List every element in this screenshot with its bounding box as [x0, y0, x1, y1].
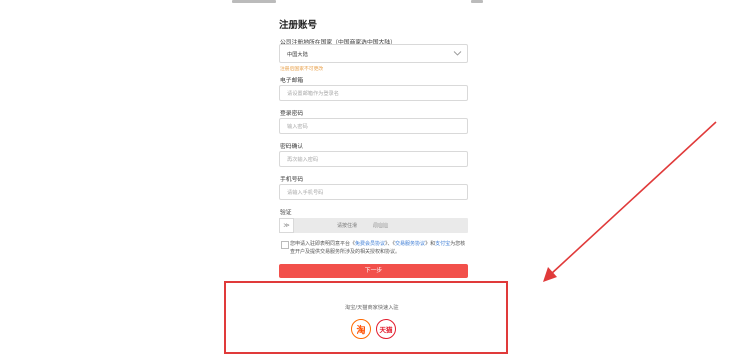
red-arrow-annotation	[543, 121, 717, 282]
